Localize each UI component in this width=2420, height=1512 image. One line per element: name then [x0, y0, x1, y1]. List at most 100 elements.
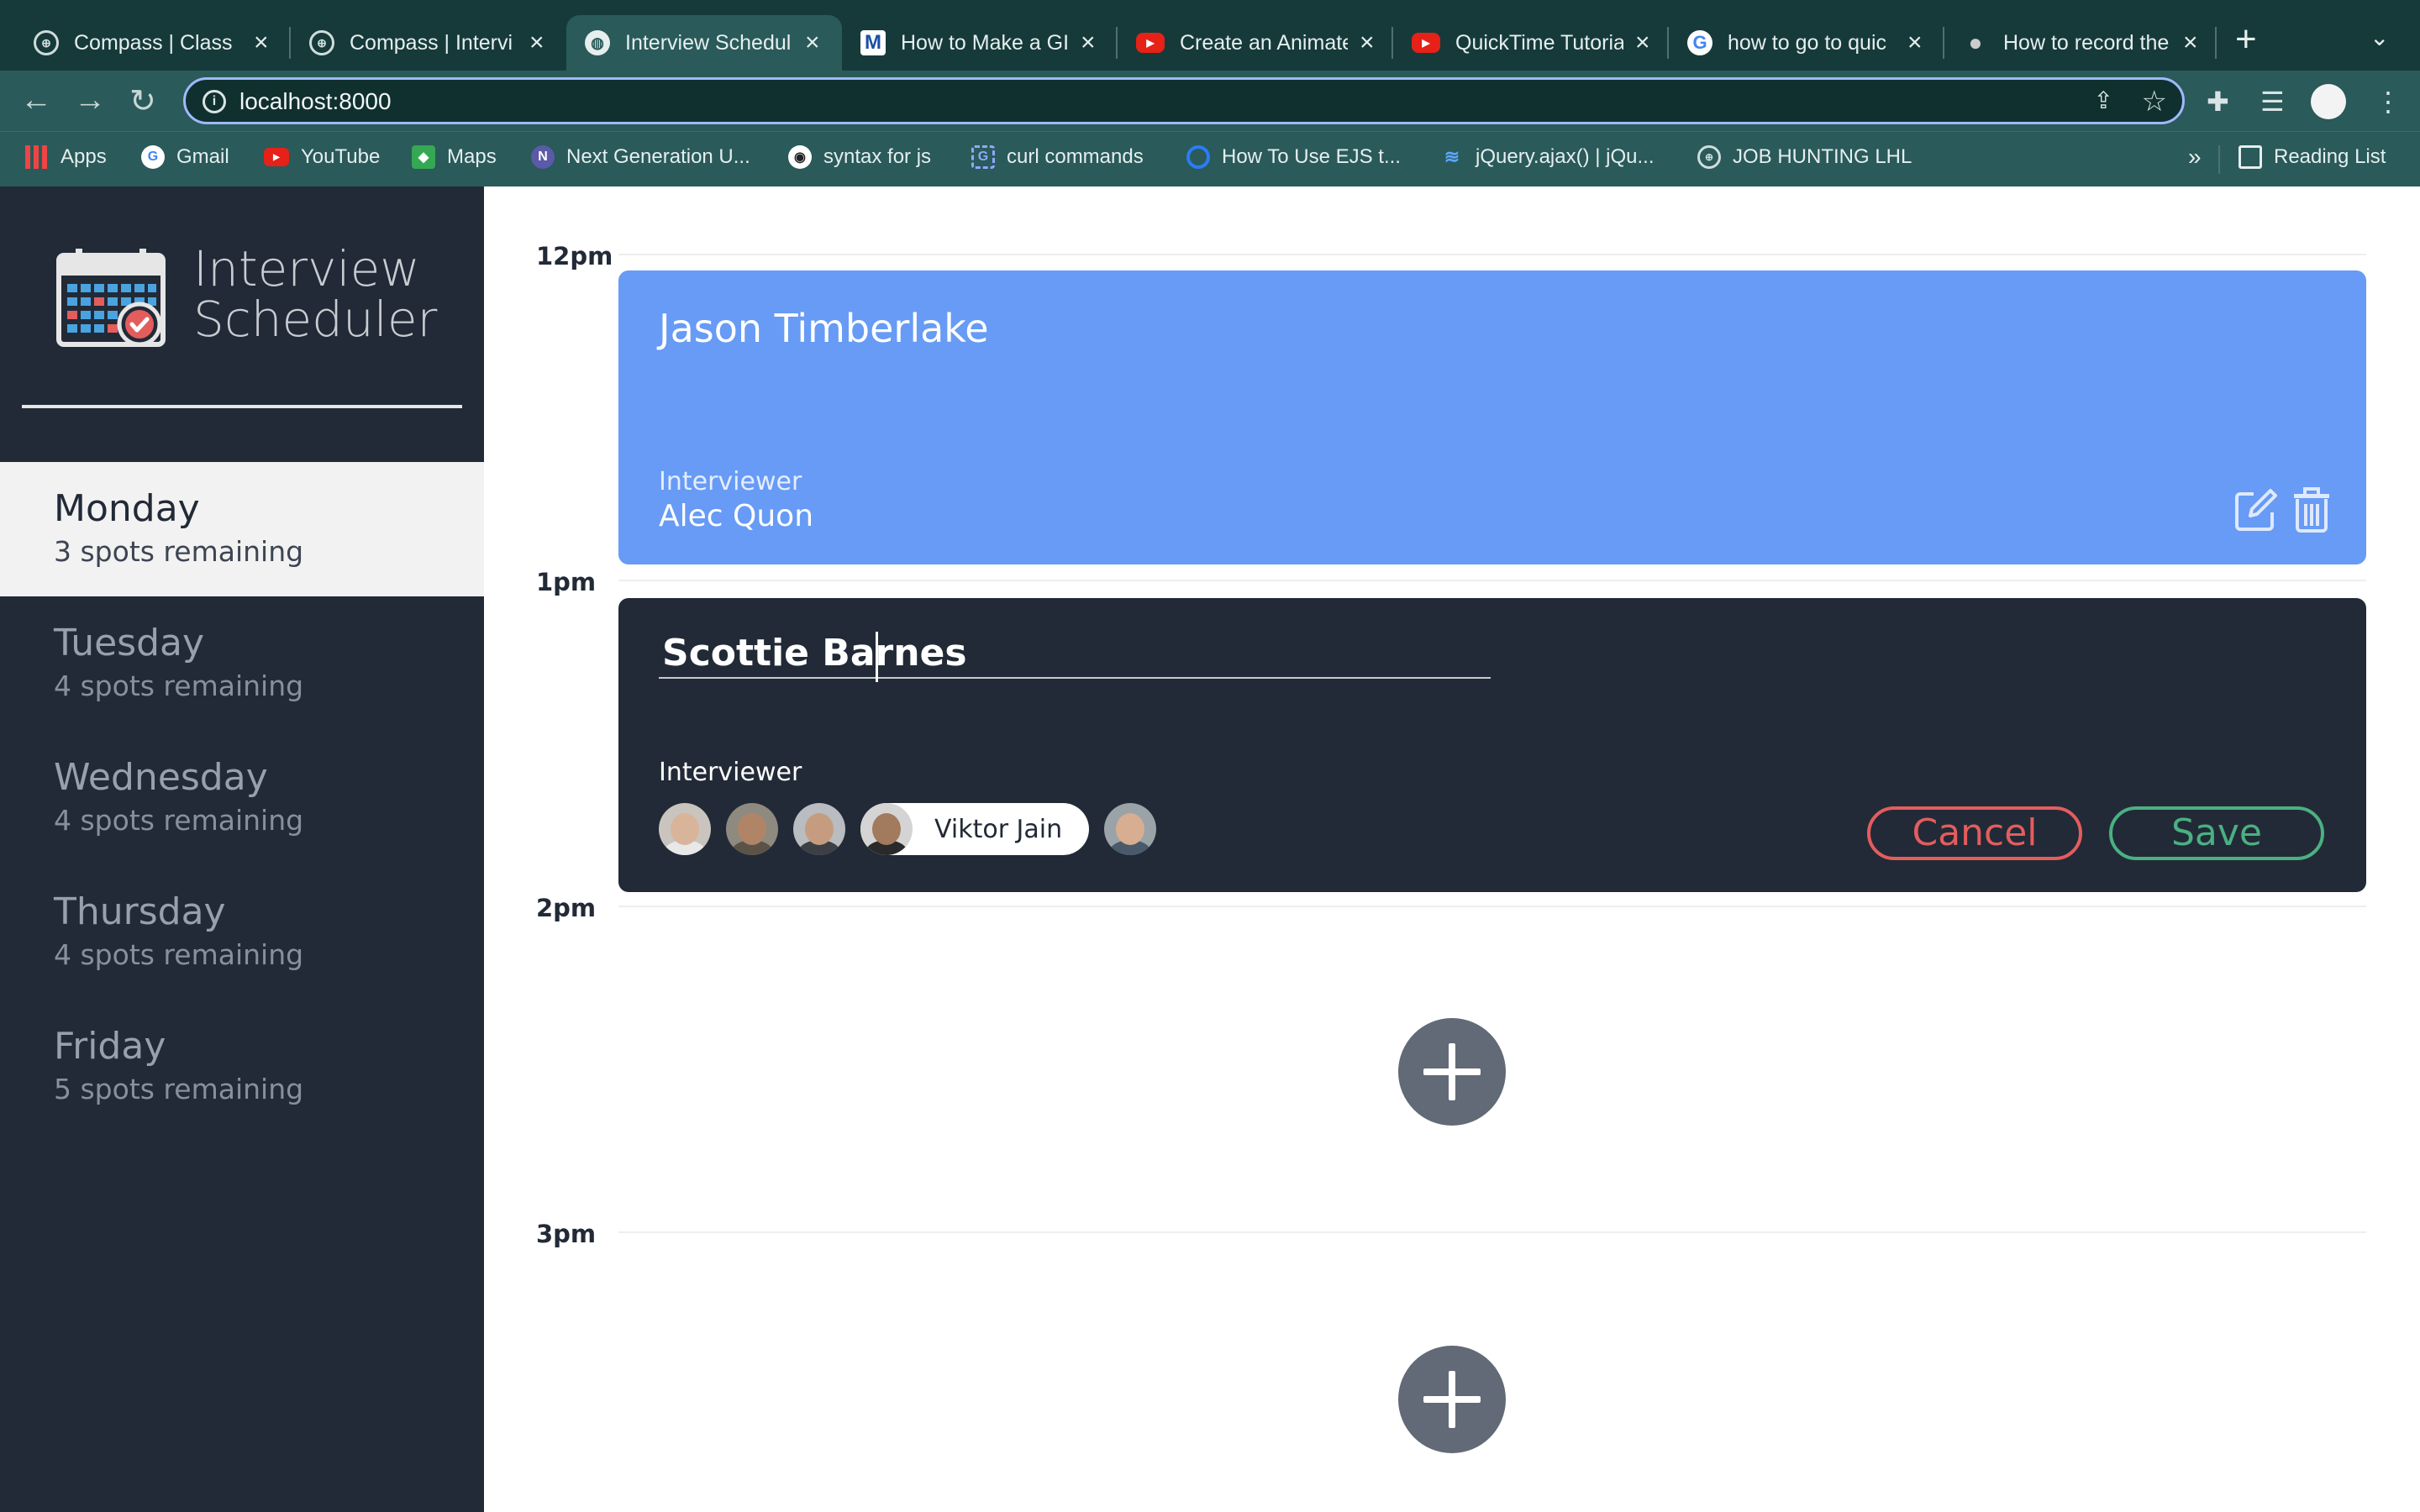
digitalocean-icon: [1186, 145, 1210, 169]
tab-title: how to go to quic: [1728, 30, 1887, 55]
app-logo-text: Interview Scheduler: [193, 244, 437, 344]
profile-avatar[interactable]: [2311, 84, 2346, 119]
time-divider: [618, 1231, 2366, 1233]
browser-toolbar: ← → ↻ i localhost:8000 ⇪ ☆ ✚ ☰ ⋮: [0, 71, 2420, 131]
bookmark-jquery[interactable]: ≋ jQuery.ajax() | jQu...: [1440, 145, 1655, 169]
github-icon: ◉: [788, 145, 812, 169]
new-tab-icon[interactable]: +: [2235, 18, 2257, 60]
interviewer-avatar[interactable]: [1104, 803, 1157, 855]
tab-youtube-animate[interactable]: ▶ Create an Animate ×: [1118, 15, 1393, 71]
interviewer-label: Interviewer: [659, 467, 802, 496]
trash-icon[interactable]: [2292, 487, 2331, 533]
youtube-icon: ▶: [1412, 33, 1440, 53]
tab-google-search[interactable]: G how to go to quic ×: [1669, 15, 1941, 71]
reading-list-button[interactable]: Reading List: [2238, 145, 2386, 169]
bookmark-syntax-js[interactable]: ◉ syntax for js: [788, 145, 931, 169]
close-tab-icon[interactable]: ×: [529, 29, 544, 57]
interviewer-selected-name: Viktor Jain: [934, 814, 1063, 844]
save-button[interactable]: Save: [2109, 806, 2324, 860]
jquery-icon: ≋: [1444, 146, 1460, 167]
logo-line-2: Scheduler: [193, 291, 438, 348]
bookmark-label: curl commands: [1007, 145, 1144, 168]
interviewer-avatar[interactable]: [726, 803, 778, 855]
close-tab-icon[interactable]: ×: [805, 29, 820, 57]
edit-icon[interactable]: [2233, 487, 2279, 533]
extensions-puzzle-icon[interactable]: ✚: [2207, 86, 2229, 118]
close-tab-icon[interactable]: ×: [254, 29, 269, 57]
close-tab-icon[interactable]: ×: [1360, 29, 1375, 57]
browser-menu-icon[interactable]: ⋮: [2375, 86, 2402, 118]
time-divider: [618, 254, 2366, 255]
bookmark-gmail[interactable]: G Gmail: [141, 145, 229, 169]
tab-search-chevron-icon[interactable]: ⌄: [2370, 24, 2389, 51]
appointment-card-show: Jason Timberlake Interviewer Alec Quon: [618, 270, 2366, 564]
day-name: Thursday: [54, 890, 226, 933]
google-icon: G: [1687, 30, 1712, 55]
bookmark-label: Apps: [60, 145, 107, 168]
interviewer-name: Alec Quon: [659, 499, 814, 533]
interviewer-avatar[interactable]: [793, 803, 845, 855]
bookmark-star-icon[interactable]: ☆: [2142, 85, 2167, 118]
bookmark-job-hunting[interactable]: ⊕ JOB HUNTING LHL: [1697, 145, 1912, 169]
interviewer-selected[interactable]: Viktor Jain: [860, 803, 1090, 855]
share-icon[interactable]: ⇪: [2094, 87, 2113, 114]
bookmarks-bar: Apps G Gmail ▶ YouTube ◆ Maps N Next Generat…: [0, 131, 2420, 186]
site-info-icon[interactable]: i: [203, 90, 226, 113]
add-appointment-button[interactable]: [1398, 1018, 1506, 1126]
day-item-wednesday[interactable]: Wednesday 4 spots remaining: [0, 731, 484, 865]
day-spots: 5 spots remaining: [54, 1073, 304, 1105]
bookmark-label: JOB HUNTING LHL: [1733, 145, 1912, 168]
tab-compass-interview[interactable]: ⊕ Compass | Intervi ×: [291, 15, 563, 71]
bookmarks-overflow-button[interactable]: »: [2188, 144, 2202, 171]
bookmark-apps[interactable]: Apps: [25, 145, 107, 169]
bookmark-label: Gmail: [176, 145, 229, 168]
close-tab-icon[interactable]: ×: [1081, 29, 1096, 57]
bookmarks-divider: [2218, 145, 2220, 174]
back-arrow-icon[interactable]: ←: [20, 82, 52, 118]
interviewer-avatar[interactable]: [659, 803, 711, 855]
bookmark-ejs[interactable]: How To Use EJS t...: [1186, 145, 1401, 169]
bookmark-curl[interactable]: Gcurl commands: [971, 145, 1144, 169]
add-appointment-button[interactable]: [1398, 1346, 1506, 1453]
media-queue-icon[interactable]: ☰: [2260, 86, 2285, 118]
tab-medium-gif[interactable]: M How to Make a GI ×: [842, 15, 1114, 71]
day-item-thursday[interactable]: Thursday 4 spots remaining: [0, 865, 484, 1000]
day-item-tuesday[interactable]: Tuesday 4 spots remaining: [0, 596, 484, 731]
apps-grid-icon: [25, 145, 49, 169]
cancel-button[interactable]: Cancel: [1867, 806, 2082, 860]
time-label-2pm: 2pm: [536, 894, 597, 922]
curl-icon: G: [971, 145, 995, 169]
close-tab-icon[interactable]: ×: [1635, 29, 1650, 57]
tab-title: How to record the: [2003, 30, 2170, 55]
tab-title: Compass | Intervi: [350, 30, 513, 55]
globe-icon: ◍: [585, 30, 610, 55]
tab-apple-record[interactable]: ● How to record the ×: [1944, 15, 2217, 71]
address-bar[interactable]: i localhost:8000 ⇪ ☆: [183, 77, 2185, 124]
day-name: Friday: [54, 1025, 166, 1068]
close-tab-icon[interactable]: ×: [2183, 29, 2198, 57]
tab-compass-class[interactable]: ⊕ Compass | Class ×: [15, 15, 287, 71]
day-item-monday[interactable]: Monday 3 spots remaining: [0, 462, 484, 596]
reading-list-icon: [2238, 145, 2262, 169]
sidebar-divider: [22, 405, 462, 408]
compass-icon: ⊕: [1697, 145, 1721, 169]
time-label-12pm: 12pm: [536, 242, 613, 270]
bookmark-youtube[interactable]: ▶ YouTube: [264, 145, 380, 169]
day-spots: 3 spots remaining: [54, 535, 304, 568]
forward-arrow-icon[interactable]: →: [74, 82, 106, 118]
reload-icon[interactable]: ↻: [129, 82, 156, 120]
nextgen-icon: N: [531, 145, 555, 169]
day-item-friday[interactable]: Friday 5 spots remaining: [0, 1000, 484, 1134]
bookmark-label: jQuery.ajax() | jQu...: [1476, 145, 1655, 168]
bookmark-maps[interactable]: ◆ Maps: [412, 145, 497, 169]
url-text[interactable]: localhost:8000: [239, 88, 392, 115]
close-tab-icon[interactable]: ×: [1907, 29, 1923, 57]
tab-interview-scheduler[interactable]: ◍ Interview Schedul ×: [566, 15, 842, 71]
text-caret: [876, 632, 878, 682]
tab-youtube-quicktime[interactable]: ▶ QuickTime Tutoria ×: [1393, 15, 1669, 71]
bookmark-next-generation[interactable]: N Next Generation U...: [531, 145, 750, 169]
student-name-input[interactable]: [659, 628, 1491, 679]
time-divider: [618, 906, 2366, 907]
google-icon: G: [141, 145, 165, 169]
compass-icon: ⊕: [309, 30, 334, 55]
